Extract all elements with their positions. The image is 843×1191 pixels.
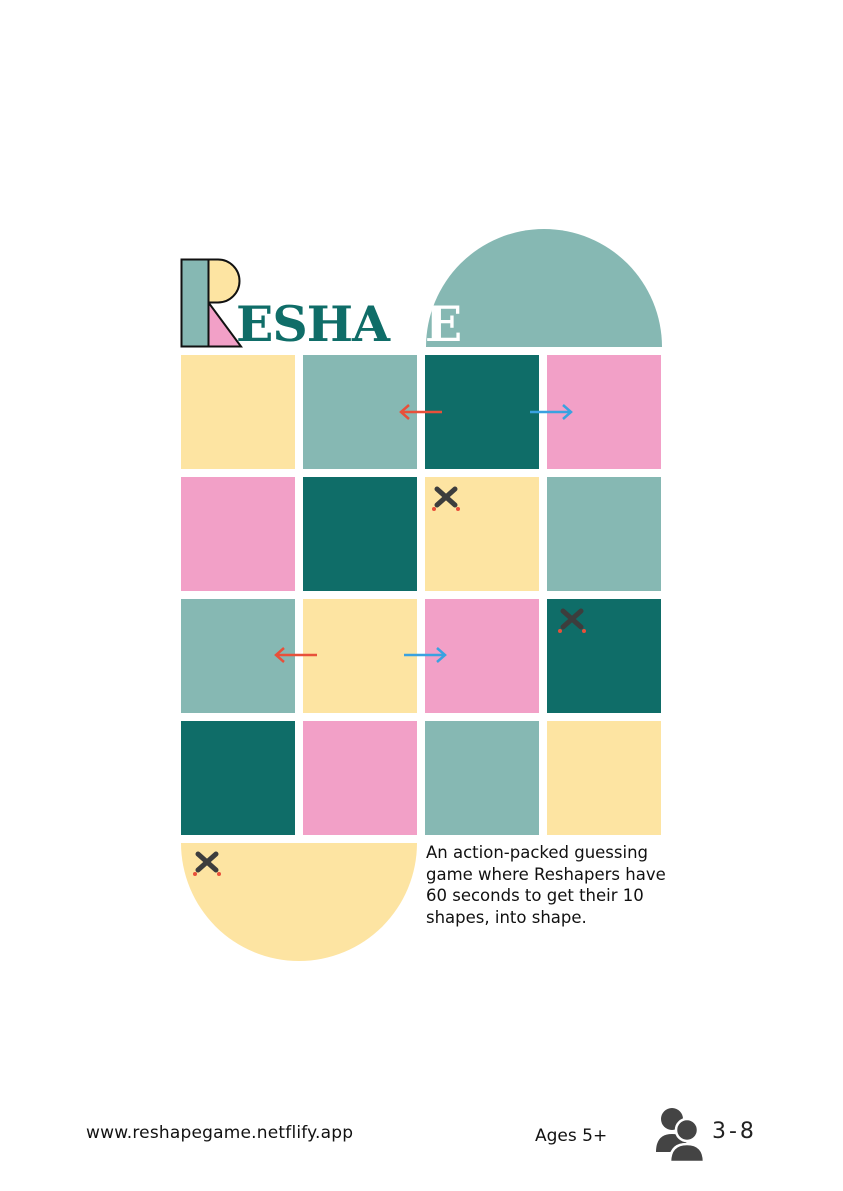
crossed-swords-icon: [432, 486, 460, 511]
board-tile: [181, 477, 295, 591]
age-rating: Ages 5+: [535, 1126, 608, 1146]
board-tile: [303, 599, 417, 713]
crossed-swords-icon: [558, 608, 586, 633]
board-tile: [547, 477, 661, 591]
arrow-left-icon: [399, 404, 442, 420]
crossed-swords-icon: [193, 851, 221, 876]
board-tile: [303, 721, 417, 835]
game-description: An action-packed guessing game where Res…: [426, 843, 666, 927]
website-link[interactable]: www.reshapegame.netflify.app: [86, 1123, 353, 1143]
title-word-light: PE: [389, 300, 462, 348]
arrow-right-icon: [404, 647, 447, 663]
board-tile: [181, 721, 295, 835]
logo-initial-r: R: [180, 258, 243, 348]
people-icon: [656, 1108, 705, 1162]
title-word-dark: ESHA: [236, 300, 390, 348]
board-tile: [547, 721, 661, 835]
board-tile: [425, 721, 539, 835]
player-count: 3-8: [712, 1119, 757, 1144]
arrow-left-icon: [274, 647, 317, 663]
board-tile: [303, 477, 417, 591]
game-title: ESHAPE: [236, 300, 520, 348]
board-tile: [181, 355, 295, 469]
arrow-right-icon: [530, 404, 573, 420]
